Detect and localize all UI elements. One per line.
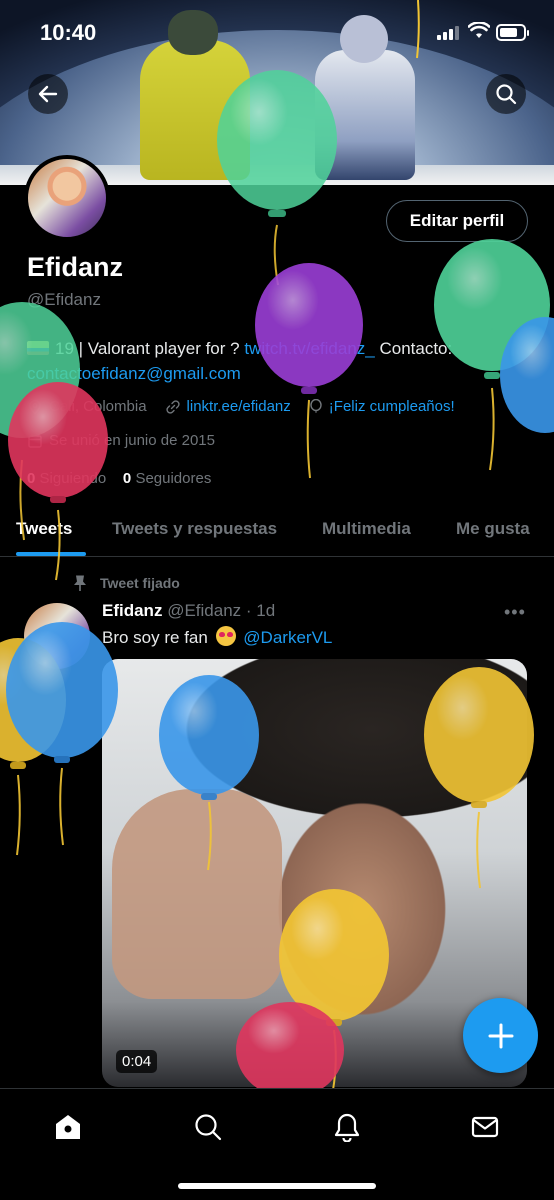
status-time: 10:40 xyxy=(40,20,97,45)
profile-website-link[interactable]: linktr.ee/efidanz xyxy=(187,398,291,415)
home-icon xyxy=(56,1115,80,1139)
profile-bio: 19 | Valorant player for ? twitch.tv/efi… xyxy=(27,336,547,386)
balloon-icon xyxy=(310,398,322,412)
tab-likes[interactable]: Me gusta xyxy=(456,505,530,539)
pinned-text: Tweet fijado xyxy=(100,575,180,591)
tweet-mention-link[interactable]: @DarkerVL xyxy=(243,628,332,647)
messages-icon xyxy=(471,1116,499,1138)
profile-tabs: Tweets Tweets y respuestas Multimedia Me… xyxy=(0,505,554,557)
tab-media[interactable]: Multimedia xyxy=(322,505,411,539)
followers-link[interactable]: 0 Seguidores xyxy=(123,470,211,487)
profile-location: Cali, Colombia xyxy=(49,398,147,415)
notifications-icon xyxy=(334,1113,360,1142)
heart-eyes-emoji-icon xyxy=(215,626,236,646)
status-bar: 10:40 xyxy=(0,0,554,64)
balloon-yellow-icon xyxy=(0,638,66,856)
profile-meta: Cali, Colombia linktr.ee/efidanz ¡Feliz … xyxy=(27,398,455,415)
profile-name: Efidanz xyxy=(27,252,124,282)
joined-text: Se unió en junio de 2015 xyxy=(49,432,215,449)
tweet-body: Bro soy re fan xyxy=(102,628,208,647)
video-duration: 0:04 xyxy=(116,1050,158,1073)
profile-follows: 0 Siguiendo 0 Seguidores xyxy=(27,470,211,487)
compose-tweet-button[interactable] xyxy=(463,998,538,1073)
back-button[interactable] xyxy=(28,74,68,114)
nav-home[interactable] xyxy=(48,1107,88,1147)
tweet-more-button[interactable]: ••• xyxy=(504,602,526,623)
search-icon xyxy=(195,1114,222,1141)
pin-icon xyxy=(74,575,86,591)
tweet-video[interactable] xyxy=(102,659,527,1087)
nav-messages[interactable] xyxy=(465,1107,505,1147)
active-tab-indicator xyxy=(16,552,86,556)
flag-icon xyxy=(27,341,49,355)
tweet-avatar[interactable] xyxy=(24,603,90,669)
plus-icon xyxy=(488,1023,513,1048)
tab-tweets[interactable]: Tweets xyxy=(16,505,72,539)
video-hand xyxy=(112,789,282,999)
location-icon xyxy=(29,399,41,414)
following-link[interactable]: 0 Siguiendo xyxy=(27,470,106,487)
search-icon xyxy=(496,84,517,105)
bio-contact-label: Contacto: xyxy=(379,339,453,358)
profile-handle: @Efidanz xyxy=(27,290,101,309)
signal-icon xyxy=(437,26,459,40)
profile-joined: Se unió en junio de 2015 xyxy=(27,432,215,449)
tweet-header: Efidanz @Efidanz · 1d xyxy=(102,601,275,621)
search-button[interactable] xyxy=(486,74,526,114)
tweet-author-name[interactable]: Efidanz xyxy=(102,601,162,620)
bio-email-link[interactable]: contactoefidanz@gmail.com xyxy=(27,364,241,383)
pinned-label: Tweet fijado xyxy=(72,574,180,592)
calendar-icon xyxy=(28,434,42,448)
wifi-icon xyxy=(468,22,490,38)
back-arrow-icon xyxy=(38,85,58,103)
tweet-author-handle: @Efidanz xyxy=(167,601,242,620)
bio-twitch-link[interactable]: twitch.tv/efidanz_ xyxy=(244,339,374,358)
tweet-text: Bro soy re fan @DarkerVL xyxy=(102,626,332,648)
nav-search[interactable] xyxy=(188,1107,228,1147)
profile-avatar[interactable] xyxy=(24,155,110,241)
home-indicator[interactable] xyxy=(178,1183,376,1189)
birthday-link[interactable]: ¡Feliz cumpleaños! xyxy=(329,398,455,415)
battery-icon xyxy=(496,24,529,41)
bio-text: 19 | Valorant player for ? xyxy=(55,339,240,358)
link-icon xyxy=(165,399,180,414)
tweet-time: · 1d xyxy=(245,601,276,620)
edit-profile-button[interactable]: Editar perfil xyxy=(386,200,528,242)
tab-tweets-replies[interactable]: Tweets y respuestas xyxy=(112,505,277,539)
banner-character-white xyxy=(315,15,415,180)
nav-notifications[interactable] xyxy=(327,1107,367,1147)
